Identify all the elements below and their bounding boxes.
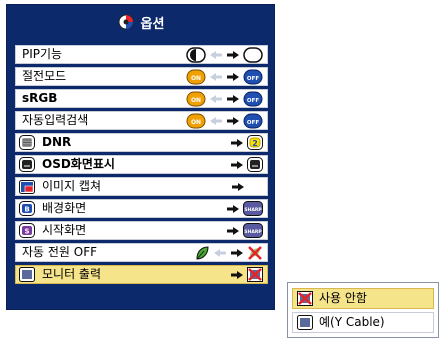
toggle-white-icon [243,46,263,63]
dnr-control[interactable]: 2 [230,134,263,151]
arrow-faded-icon [210,116,222,125]
menu-item-startup[interactable]: S 시작화면 SHARP [15,221,268,240]
monitor-out-control[interactable] [230,266,263,283]
menu-item-image-capture[interactable]: 이미지 캡쳐 [15,177,268,196]
menu-item-label: PIP기능 [22,47,63,61]
arrow-right-icon [232,182,244,191]
background-control[interactable]: SHARP [226,200,263,217]
toggle-off-text: OFF [247,76,259,82]
pip-toggle[interactable] [186,46,263,63]
arrow-right-icon [227,94,239,103]
arrow-right-icon [227,50,239,59]
toggle-on-text: ON [191,97,201,104]
menu-item-label: 배경화면 [42,201,87,215]
options-icon [118,14,134,30]
menu-item-background[interactable]: B 배경화면 SHARP [15,199,268,218]
auto-search-toggle[interactable]: ON OFF [186,112,263,129]
menu-item-pip[interactable]: PIP기능 [15,45,268,64]
no-use-icon [247,267,263,282]
menu-item-label: DNR [42,135,72,149]
toggle-on-icon: ON [186,91,206,106]
arrow-right-icon [231,138,243,147]
submenu-option-label: 사용 안함 [319,291,367,305]
menu-list: PIP기능 절전모드 ON OFF sRGB ON OFF 자동입력검색 ON … [15,45,268,287]
toggle-off-icon: OFF [243,91,263,106]
dnr-icon [19,135,35,150]
submenu-option-no-use[interactable]: 사용 안함 [292,288,434,309]
menu-title: 옵션 [140,16,165,32]
menu-item-dnr[interactable]: DNR 2 [15,133,268,152]
capture-icon [19,180,35,194]
arrow-right-icon [227,204,239,213]
menu-item-label: sRGB [22,91,58,105]
menu-item-label: OSD화면표시 [42,157,115,171]
menu-item-osd[interactable]: OSD화면표시 [15,155,268,174]
monitor-icon [19,267,35,282]
startup-icon: S [19,223,35,238]
menu-item-label: 자동입력검색 [22,113,89,127]
menu-item-label: 절전모드 [22,69,67,83]
arrow-right-icon [231,270,243,279]
menu-item-monitor-out[interactable]: 모니터 출력 [15,265,268,284]
sharp-text: SHARP [244,229,262,235]
arrow-right-icon [231,248,243,257]
menu-item-label: 자동 전원 OFF [22,245,98,259]
options-menu-panel: 옵션 PIP기능 절전모드 ON OFF sRGB ON OFF 자동입력검색 … [6,4,275,310]
submenu-option-y-cable[interactable]: 예(Y Cable) [292,312,434,333]
arrow-faded-icon [210,94,222,103]
arrow-faded-icon [210,50,222,59]
monitor-icon [297,315,313,330]
toggle-on-text: ON [191,75,201,82]
osd-icon [19,157,35,172]
sharp-logo-icon: SHARP [243,201,263,216]
leaf-icon [196,245,209,260]
menu-item-srgb[interactable]: sRGB ON OFF [15,89,268,108]
arrow-faded-icon [210,72,222,81]
power-save-toggle[interactable]: ON OFF [186,68,263,85]
menu-item-label: 시작화면 [42,223,87,237]
toggle-off-icon: OFF [243,69,263,84]
dnr-level-icon: 2 [247,135,263,150]
toggle-off-icon: OFF [243,113,263,128]
startup-control[interactable]: SHARP [226,222,263,239]
arrow-right-icon [231,160,243,169]
sharp-text: SHARP [244,207,262,213]
svg-text:S: S [24,228,29,236]
no-use-icon [297,291,313,306]
arrow-right-icon [227,226,239,235]
toggle-on-icon: ON [186,69,206,84]
arrow-right-icon [227,72,239,81]
svg-text:B: B [24,206,29,214]
menu-item-auto-power-off[interactable]: 자동 전원 OFF [15,243,268,262]
arrow-faded-icon [214,248,226,257]
toggle-off-text: OFF [247,98,259,104]
sharp-logo-icon: SHARP [243,223,263,238]
arrow-right-icon [227,116,239,125]
monitor-out-submenu: 사용 안함 예(Y Cable) [287,282,439,338]
background-icon: B [19,201,35,216]
menu-item-power-save[interactable]: 절전모드 ON OFF [15,67,268,86]
osd-control[interactable] [230,156,263,173]
auto-power-off-control[interactable] [194,244,263,261]
menu-item-label: 이미지 캡쳐 [42,179,102,193]
toggle-on-text: ON [191,119,201,126]
toggle-on-icon: ON [186,113,206,128]
toggle-off-text: OFF [247,120,259,126]
submenu-option-label: 예(Y Cable) [319,315,385,329]
toggle-white-icon [186,46,206,63]
no-power-icon [248,245,262,260]
menu-item-label: 모니터 출력 [42,267,102,281]
osd-value-icon [247,157,263,172]
dnr-value: 2 [252,139,258,148]
menu-title-bar: 옵션 [7,5,274,39]
srgb-toggle[interactable]: ON OFF [186,90,263,107]
menu-item-auto-search[interactable]: 자동입력검색 ON OFF [15,111,268,130]
capture-control[interactable] [231,178,245,195]
